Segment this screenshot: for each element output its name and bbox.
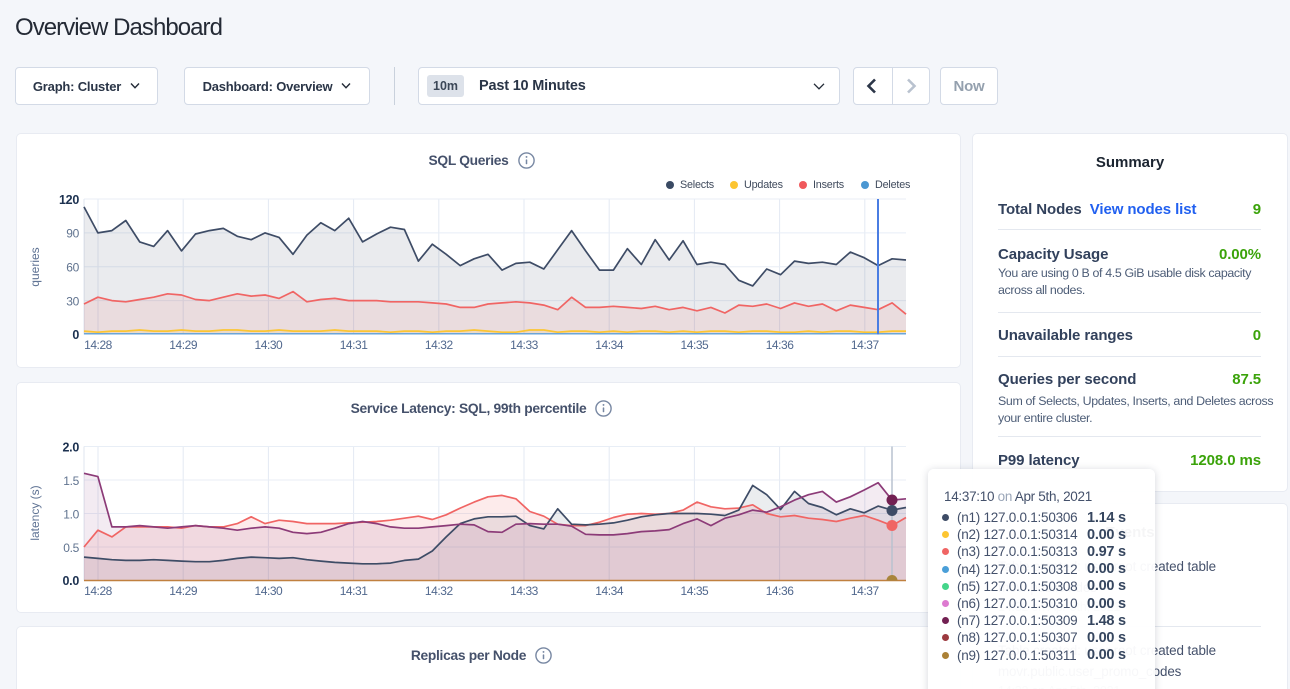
svg-text:14:29: 14:29 [169,338,198,352]
svg-text:latency (s): latency (s) [28,485,42,540]
svg-text:14:35: 14:35 [681,584,710,598]
svg-text:14:30: 14:30 [255,584,284,598]
svg-text:14:28: 14:28 [84,584,113,598]
svg-text:14:34: 14:34 [595,584,624,598]
svg-text:14:32: 14:32 [425,584,454,598]
svg-text:14:36: 14:36 [766,338,795,352]
svg-text:14:33: 14:33 [510,584,539,598]
svg-text:0.5: 0.5 [63,541,79,555]
svg-text:2.0: 2.0 [63,441,80,455]
svg-text:14:33: 14:33 [510,338,539,352]
svg-text:1.5: 1.5 [63,474,79,488]
svg-text:1.0: 1.0 [63,508,79,522]
svg-text:14:29: 14:29 [169,584,198,598]
svg-text:30: 30 [66,295,79,309]
svg-text:14:31: 14:31 [340,584,369,598]
svg-text:queries: queries [28,247,42,286]
svg-text:14:35: 14:35 [681,338,710,352]
svg-text:14:31: 14:31 [340,338,369,352]
svg-text:0: 0 [72,328,79,342]
svg-text:14:32: 14:32 [425,338,454,352]
svg-text:14:36: 14:36 [766,584,795,598]
svg-text:0.0: 0.0 [63,574,80,588]
svg-text:14:34: 14:34 [595,338,624,352]
svg-text:14:28: 14:28 [84,338,113,352]
svg-text:14:37: 14:37 [851,338,880,352]
svg-text:14:37: 14:37 [851,584,880,598]
svg-text:90: 90 [66,227,79,241]
svg-text:60: 60 [66,261,79,275]
svg-text:120: 120 [59,193,79,207]
svg-text:14:30: 14:30 [255,338,284,352]
